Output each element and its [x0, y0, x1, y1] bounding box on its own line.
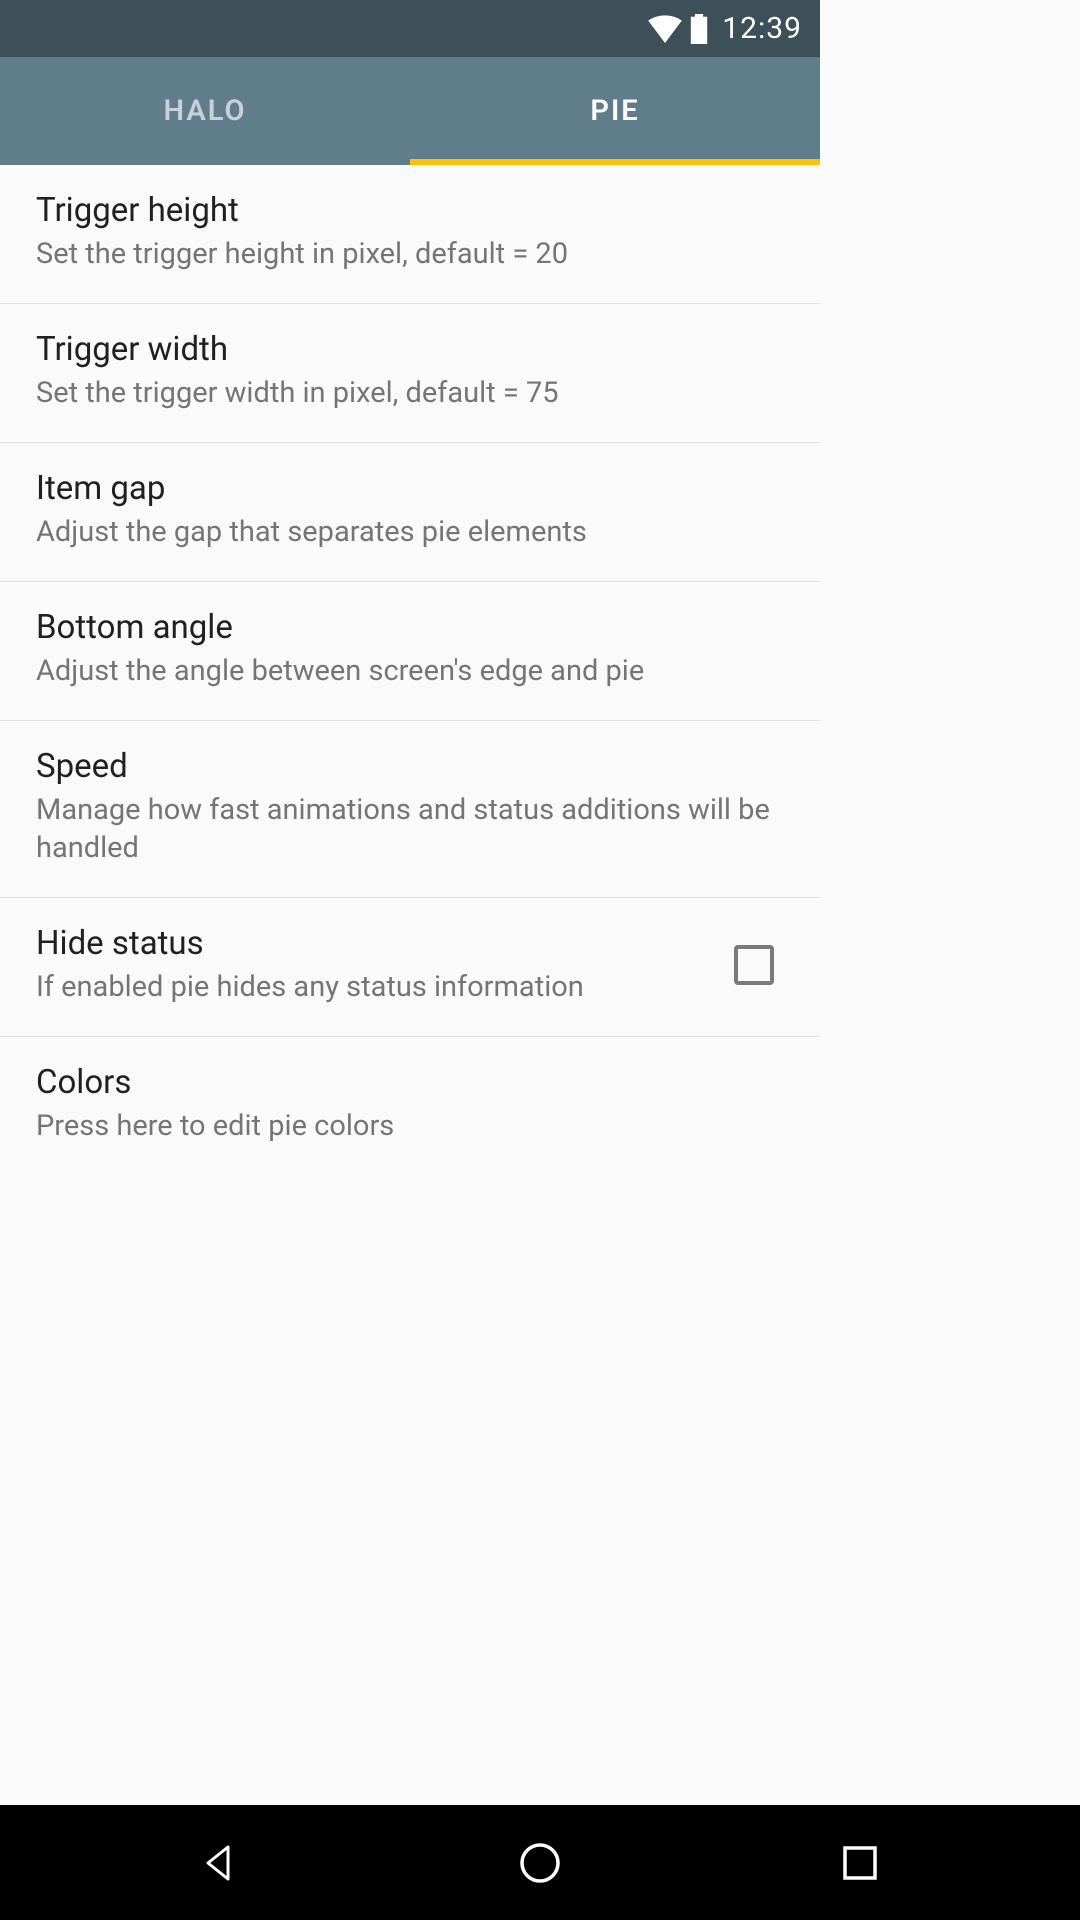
setting-hide-status[interactable]: Hide status If enabled pie hides any sta… — [0, 898, 820, 1037]
setting-subtitle: If enabled pie hides any status informat… — [36, 969, 710, 1006]
tab-halo[interactable]: HALO — [0, 57, 410, 165]
tab-pie[interactable]: PIE — [410, 57, 820, 165]
setting-subtitle: Adjust the gap that separates pie elemen… — [36, 514, 784, 551]
setting-title: Trigger width — [36, 330, 784, 369]
home-button[interactable] — [512, 1835, 568, 1891]
setting-colors[interactable]: Colors Press here to edit pie colors — [0, 1037, 820, 1175]
setting-subtitle: Set the trigger width in pixel, default … — [36, 375, 784, 412]
setting-title: Bottom angle — [36, 608, 784, 647]
tab-label: PIE — [590, 94, 639, 128]
setting-subtitle: Set the trigger height in pixel, default… — [36, 236, 784, 273]
setting-subtitle: Press here to edit pie colors — [36, 1108, 784, 1145]
battery-icon — [690, 14, 708, 44]
setting-title: Speed — [36, 747, 784, 786]
setting-title: Hide status — [36, 924, 710, 963]
setting-title: Item gap — [36, 469, 784, 508]
setting-bottom-angle[interactable]: Bottom angle Adjust the angle between sc… — [0, 582, 820, 721]
setting-trigger-height[interactable]: Trigger height Set the trigger height in… — [0, 165, 820, 304]
tab-bar: HALO PIE — [0, 57, 820, 165]
setting-subtitle: Adjust the angle between screen's edge a… — [36, 653, 784, 690]
hide-status-checkbox[interactable] — [734, 945, 774, 985]
wifi-icon — [648, 15, 682, 43]
setting-trigger-width[interactable]: Trigger width Set the trigger width in p… — [0, 304, 820, 443]
setting-item-gap[interactable]: Item gap Adjust the gap that separates p… — [0, 443, 820, 582]
recent-apps-button[interactable] — [832, 1835, 888, 1891]
status-bar-clock: 12:39 — [722, 11, 802, 46]
tab-label: HALO — [164, 94, 247, 128]
setting-title: Trigger height — [36, 191, 784, 230]
settings-list: Trigger height Set the trigger height in… — [0, 165, 820, 1175]
setting-subtitle: Manage how fast animations and status ad… — [36, 792, 784, 866]
setting-title: Colors — [36, 1063, 784, 1102]
nav-bar — [0, 1805, 1080, 1920]
status-bar: 12:39 — [0, 0, 820, 57]
setting-speed[interactable]: Speed Manage how fast animations and sta… — [0, 721, 820, 897]
back-button[interactable] — [192, 1835, 248, 1891]
